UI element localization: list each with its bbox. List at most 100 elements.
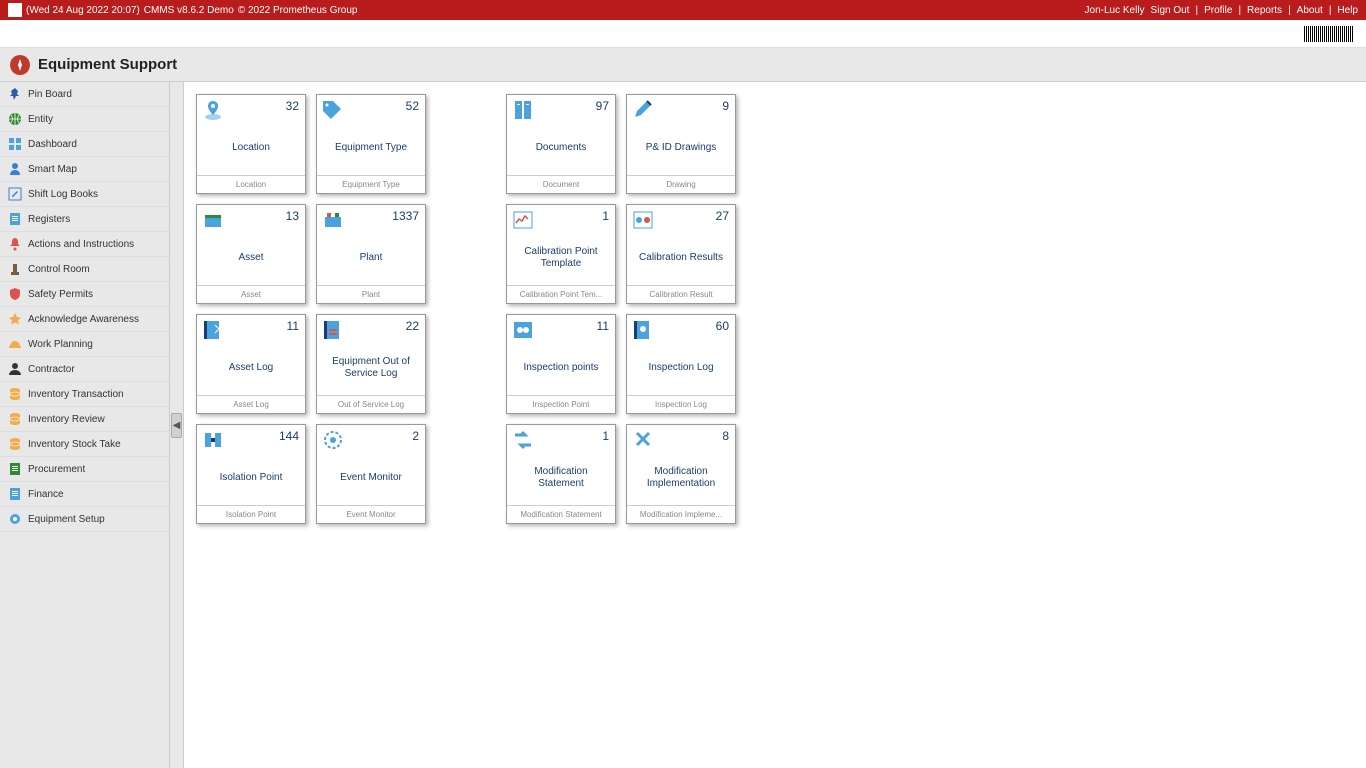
card-footer: Modification Statement	[507, 505, 615, 523]
card-title: Inspection points	[507, 341, 615, 395]
gear-icon	[8, 512, 22, 526]
card-count: 9	[722, 99, 729, 113]
card-isolation-point[interactable]: 144Isolation PointIsolation Point	[196, 424, 306, 524]
sidebar-item-label: Inventory Review	[28, 414, 105, 425]
sidebar-item-inventory-stock-take[interactable]: Inventory Stock Take	[0, 432, 169, 457]
card-location[interactable]: 32LocationLocation	[196, 94, 306, 194]
sidebar-item-label: Equipment Setup	[28, 514, 105, 525]
sidebar-item-actions-and-instructions[interactable]: Actions and Instructions	[0, 232, 169, 257]
card-title: Equipment Type	[317, 121, 425, 175]
sidebar-item-dashboard[interactable]: Dashboard	[0, 132, 169, 157]
card-calibration-point-template[interactable]: 1Calibration Point TemplateCalibration P…	[506, 204, 616, 304]
sidebar-item-entity[interactable]: Entity	[0, 107, 169, 132]
card-count: 97	[596, 99, 609, 113]
card-top: 60	[627, 315, 735, 341]
separator: |	[1329, 5, 1332, 16]
sidebar-item-inventory-transaction[interactable]: Inventory Transaction	[0, 382, 169, 407]
card-count: 13	[286, 209, 299, 223]
card-equipment-type[interactable]: 52Equipment TypeEquipment Type	[316, 94, 426, 194]
calib-res-icon	[631, 209, 655, 231]
topbar-copyright: © 2022 Prometheus Group	[238, 5, 358, 16]
separator: |	[1288, 5, 1291, 16]
card-event-monitor[interactable]: 2Event MonitorEvent Monitor	[316, 424, 426, 524]
card-asset[interactable]: 13AssetAsset	[196, 204, 306, 304]
hardhat-icon	[8, 337, 22, 351]
card-inspection-points[interactable]: 11 Inspection pointsInspection Point	[506, 314, 616, 414]
sidebar-item-label: Pin Board	[28, 89, 72, 100]
card-count: 32	[286, 99, 299, 113]
edit-icon	[8, 187, 22, 201]
sidebar-item-label: Dashboard	[28, 139, 77, 150]
sidebar-item-registers[interactable]: Registers	[0, 207, 169, 232]
card-top: 11	[197, 315, 305, 341]
card-count: 11	[287, 319, 299, 333]
card-count: 8	[722, 429, 729, 443]
topbar-left: (Wed 24 Aug 2022 20:07) CMMS v8.6.2 Demo…	[8, 3, 1085, 17]
card-modification-implementation[interactable]: 8Modification ImplementationModification…	[626, 424, 736, 524]
card-modification-statement[interactable]: 1Modification StatementModification Stat…	[506, 424, 616, 524]
sidebar-item-equipment-setup[interactable]: Equipment Setup	[0, 507, 169, 532]
card-inspection-log[interactable]: 60Inspection LogInspection Log	[626, 314, 736, 414]
card-top: 1337	[317, 205, 425, 231]
tag-icon	[321, 99, 345, 121]
card-calibration-results[interactable]: 27Calibration ResultsCalibration Result	[626, 204, 736, 304]
card-top: 13	[197, 205, 305, 231]
topbar-app: CMMS v8.6.2 Demo	[144, 5, 234, 16]
page-icon	[10, 55, 30, 75]
card-top: 1	[507, 425, 615, 451]
card-p-id-drawings[interactable]: 9P& ID DrawingsDrawing	[626, 94, 736, 194]
star-icon	[8, 312, 22, 326]
sidebar-item-label: Contractor	[28, 364, 75, 375]
sidebar-item-procurement[interactable]: Procurement	[0, 457, 169, 482]
sidebar-item-finance[interactable]: Finance	[0, 482, 169, 507]
sidebar-item-label: Inventory Stock Take	[28, 439, 121, 450]
card-top: 27	[627, 205, 735, 231]
sidebar-item-label: Procurement	[28, 464, 85, 475]
main-content: 32LocationLocation52Equipment TypeEquipm…	[184, 82, 1366, 768]
card-count: 11	[597, 319, 609, 333]
sidebar-item-contractor[interactable]: Contractor	[0, 357, 169, 382]
sidebar-item-control-room[interactable]: Control Room	[0, 257, 169, 282]
titlebar: Equipment Support	[0, 48, 1366, 82]
profile-link[interactable]: Profile	[1204, 5, 1232, 16]
sidebar-item-label: Work Planning	[28, 339, 93, 350]
insp-icon	[511, 319, 535, 341]
sidebar-item-inventory-review[interactable]: Inventory Review	[0, 407, 169, 432]
card-title: Event Monitor	[317, 451, 425, 505]
sidebar-item-safety-permits[interactable]: Safety Permits	[0, 282, 169, 307]
topbar-right: Jon-Luc Kelly Sign Out | Profile | Repor…	[1085, 5, 1358, 16]
card-title: Location	[197, 121, 305, 175]
sidebar-item-work-planning[interactable]: Work Planning	[0, 332, 169, 357]
signout-link[interactable]: Sign Out	[1151, 5, 1190, 16]
tower-icon	[8, 262, 22, 276]
card-count: 1	[602, 209, 609, 223]
card-footer: Equipment Type	[317, 175, 425, 193]
card-footer: Inspection Point	[507, 395, 615, 413]
sidebar-item-pin-board[interactable]: Pin Board	[0, 82, 169, 107]
card-title: Calibration Results	[627, 231, 735, 285]
help-link[interactable]: Help	[1337, 5, 1358, 16]
sidebar-item-shift-log-books[interactable]: Shift Log Books	[0, 182, 169, 207]
card-documents[interactable]: 97DocumentsDocument	[506, 94, 616, 194]
doc2-icon	[511, 99, 535, 121]
card-title: Isolation Point	[197, 451, 305, 505]
card-top: 1	[507, 205, 615, 231]
sidebar-item-smart-map[interactable]: Smart Map	[0, 157, 169, 182]
card-top: 52	[317, 95, 425, 121]
sidebar-collapse-button[interactable]: ◀	[170, 82, 184, 768]
card-equipment-out-of-service-log[interactable]: 22Equipment Out of Service LogOut of Ser…	[316, 314, 426, 414]
about-link[interactable]: About	[1297, 5, 1323, 16]
card-asset-log[interactable]: 11Asset LogAsset Log	[196, 314, 306, 414]
sidebar-item-acknowledge-awareness[interactable]: Acknowledge Awareness	[0, 307, 169, 332]
reports-link[interactable]: Reports	[1247, 5, 1282, 16]
card-count: 1	[602, 429, 609, 443]
asset-icon	[201, 209, 225, 231]
card-count: 60	[716, 319, 729, 333]
db-icon	[8, 437, 22, 451]
eye-icon	[321, 429, 345, 451]
card-footer: Asset	[197, 285, 305, 303]
log-icon	[201, 319, 225, 341]
chevron-left-icon: ◀	[171, 413, 183, 438]
card-title: Calibration Point Template	[507, 231, 615, 285]
card-plant[interactable]: 1337PlantPlant	[316, 204, 426, 304]
